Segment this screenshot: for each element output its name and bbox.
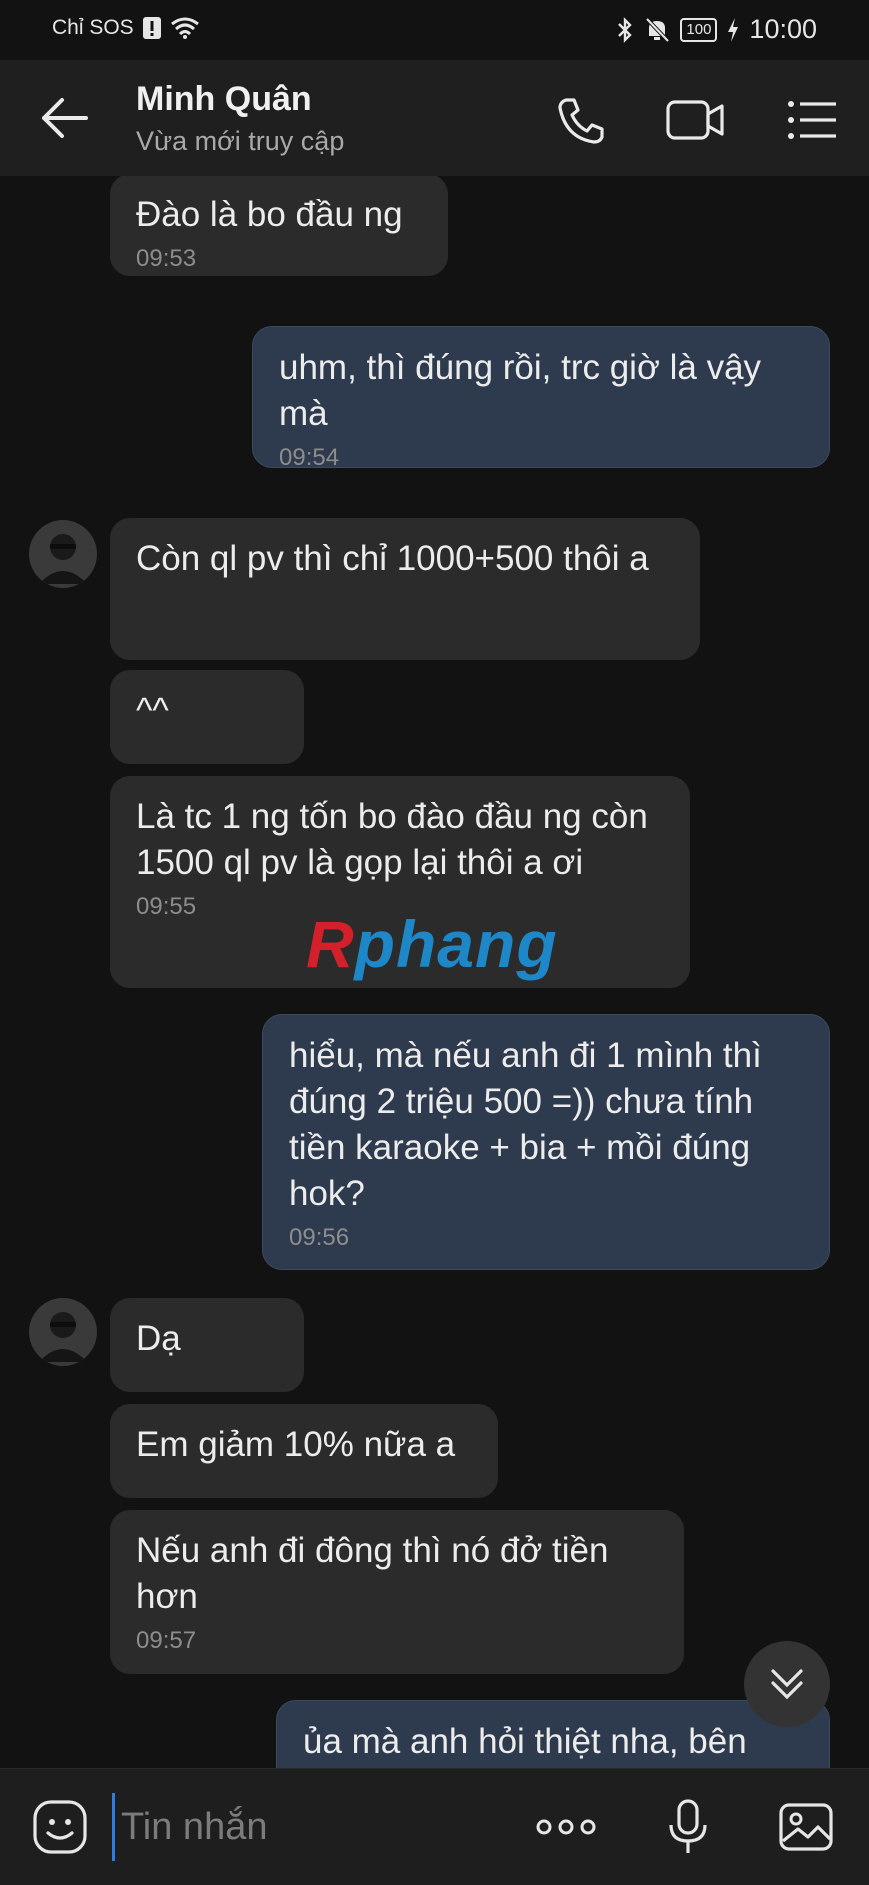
watermark-logo: Rphang xyxy=(306,906,558,982)
message-bubble[interactable]: Còn ql pv thì chỉ 1000+500 thôi a xyxy=(110,518,700,660)
bluetooth-icon xyxy=(618,16,633,43)
message-text: ^^ xyxy=(136,691,169,730)
message-bubble[interactable]: ^^ xyxy=(110,670,304,764)
back-arrow-icon xyxy=(42,98,88,138)
more-dots-icon xyxy=(536,1819,596,1835)
message-text: Em giảm 10% nữa a xyxy=(136,1425,456,1464)
bell-muted-icon xyxy=(645,17,670,42)
message-bubble[interactable]: Dạ xyxy=(110,1298,304,1392)
list-menu-icon xyxy=(788,101,836,139)
more-button[interactable] xyxy=(534,1797,598,1857)
wifi-icon xyxy=(170,17,199,39)
message-time: 09:53 xyxy=(136,245,197,272)
sticker-icon xyxy=(33,1800,87,1854)
scroll-to-bottom-button[interactable] xyxy=(744,1641,830,1727)
avatar[interactable] xyxy=(29,1298,97,1366)
message-list[interactable]: Đào là bo đầu ng 09:53 uhm, thì đúng rồi… xyxy=(0,176,869,1768)
message-text: Đào là bo đầu ng xyxy=(136,195,403,234)
voice-button[interactable] xyxy=(660,1797,716,1857)
contact-status: Vừa mới truy cập xyxy=(136,126,345,156)
back-button[interactable] xyxy=(36,90,96,146)
message-time: 09:56 xyxy=(289,1224,350,1251)
chevron-double-down-icon xyxy=(771,1669,803,1700)
status-right: 100 10:00 xyxy=(616,14,817,45)
battery-indicator: 100 xyxy=(680,17,718,42)
video-call-button[interactable] xyxy=(664,94,728,146)
video-camera-icon xyxy=(666,100,724,140)
watermark-logo-text: phang xyxy=(354,907,558,981)
message-input[interactable] xyxy=(112,1793,523,1861)
chat-header: Minh Quân Vừa mới truy cập xyxy=(0,60,869,176)
message-text: Nếu anh đi đông thì nó đở tiền hơn xyxy=(136,1531,609,1616)
message-bubble[interactable]: Đào là bo đầu ng 09:53 xyxy=(110,176,448,276)
watermark-logo-r: R xyxy=(306,907,355,981)
message-bubble[interactable]: Em giảm 10% nữa a xyxy=(110,1404,498,1498)
message-input-bar xyxy=(0,1768,869,1885)
message-time: 09:57 xyxy=(136,1627,197,1654)
avatar[interactable] xyxy=(29,520,97,588)
person-avatar-icon xyxy=(29,1298,97,1366)
status-left: Chỉ SOS xyxy=(52,16,200,40)
message-time: 09:54 xyxy=(279,444,340,471)
phone-icon xyxy=(558,98,604,144)
message-text: Dạ xyxy=(136,1319,181,1358)
image-icon xyxy=(779,1803,833,1851)
microphone-icon xyxy=(669,1799,707,1853)
contact-name[interactable]: Minh Quân xyxy=(136,80,312,119)
call-button[interactable] xyxy=(552,94,608,146)
message-text: Còn ql pv thì chỉ 1000+500 thôi a xyxy=(136,539,649,578)
message-text: hiểu, mà nếu anh đi 1 mình thì đúng 2 tr… xyxy=(289,1036,762,1213)
charging-icon xyxy=(728,17,739,42)
alert-icon xyxy=(142,17,161,39)
person-avatar-icon xyxy=(29,520,97,588)
message-text: uhm, thì đúng rồi, trc giờ là vậy mà xyxy=(279,348,762,433)
status-bar: Chỉ SOS 100 10:00 xyxy=(0,0,869,60)
message-bubble[interactable]: hiểu, mà nếu anh đi 1 mình thì đúng 2 tr… xyxy=(262,1014,830,1270)
message-text: ủa mà anh hỏi thiệt nha, bên xyxy=(303,1722,747,1761)
message-bubble[interactable]: Nếu anh đi đông thì nó đở tiền hơn 09:57 xyxy=(110,1510,684,1674)
menu-button[interactable] xyxy=(784,94,840,146)
clock: 10:00 xyxy=(749,14,817,44)
sticker-button[interactable] xyxy=(30,1797,90,1857)
message-text: Là tc 1 ng tốn bo đào đầu ng còn 1500 ql… xyxy=(136,797,648,882)
carrier-label: Chỉ SOS xyxy=(52,16,134,39)
image-button[interactable] xyxy=(776,1797,836,1857)
message-bubble[interactable]: uhm, thì đúng rồi, trc giờ là vậy mà 09:… xyxy=(252,326,830,471)
